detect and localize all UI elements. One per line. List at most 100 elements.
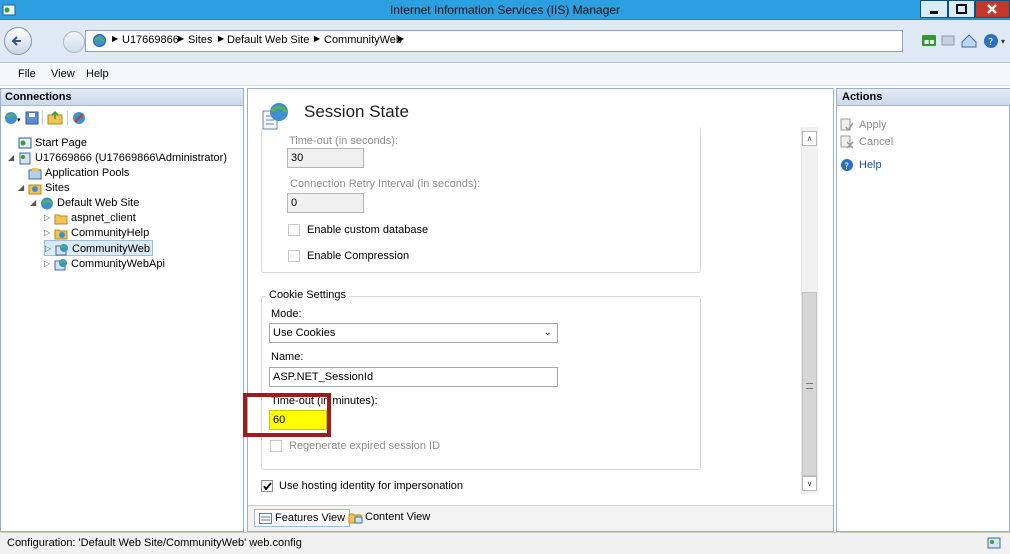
menu-view[interactable]: View <box>51 68 75 80</box>
globe-app-icon <box>93 34 106 47</box>
collapsed-arrow-icon[interactable]: ▷ <box>44 256 54 272</box>
disconnect-icon[interactable] <box>73 112 85 124</box>
stop-icon[interactable] <box>941 35 955 46</box>
collapsed-arrow-icon[interactable]: ▷ <box>44 210 54 226</box>
retry-interval-label: Connection Retry Interval (in seconds): <box>290 178 481 190</box>
svg-text:?: ? <box>988 37 993 48</box>
menu-bar <box>0 64 1010 86</box>
tree-item-sites[interactable]: ◢ Sites <box>18 180 69 196</box>
tree-item-communityhelp[interactable]: ▷ CommunityHelp <box>44 225 149 241</box>
crumb-separator: ▶ <box>178 34 185 43</box>
status-server-icon <box>987 537 1001 549</box>
help-icon: ? <box>841 159 853 172</box>
status-bar: Configuration: 'Default Web Site/Communi… <box>0 532 1010 554</box>
server-icon <box>18 152 32 165</box>
connect-icon[interactable]: ▪▪ <box>922 35 936 46</box>
cancel-icon <box>840 135 854 149</box>
regenerate-session-id-checkbox[interactable] <box>270 440 282 452</box>
connections-header: Connections <box>1 89 243 106</box>
globe-icon <box>40 197 54 210</box>
action-apply[interactable]: Apply <box>840 117 887 133</box>
crumb-separator: ▶ <box>112 34 119 43</box>
tree-item-start-page[interactable]: Start Page <box>8 135 87 151</box>
tree-item-application-pools[interactable]: Application Pools <box>28 165 129 181</box>
back-button[interactable] <box>4 27 32 55</box>
svg-text:▾: ▾ <box>17 116 21 124</box>
enable-custom-database-checkbox[interactable] <box>288 224 300 236</box>
connections-toolbar: ▾ <box>4 109 124 127</box>
crumb-separator: ▶ <box>398 34 405 43</box>
hosting-identity-label: Use hosting identity for impersonation <box>279 480 464 492</box>
scroll-up-button[interactable]: ∧ <box>802 131 817 146</box>
maximize-icon <box>956 4 967 14</box>
annotation-highlight-box <box>243 393 331 437</box>
chevron-down-icon: ⌄ <box>543 327 552 338</box>
crumb-sites[interactable]: Sites <box>188 34 212 46</box>
regenerate-session-id-label: Regenerate expired session ID <box>289 440 441 452</box>
save-icon[interactable] <box>25 111 39 125</box>
virtual-directory-icon <box>54 227 68 240</box>
minimize-icon <box>930 11 938 14</box>
features-view-icon <box>259 513 272 524</box>
tab-content-view[interactable]: Content View <box>345 509 434 527</box>
help-icon[interactable]: ? ▾ <box>984 34 1005 48</box>
crumb-separator: ▶ <box>314 34 321 43</box>
page-title: Session State <box>304 102 409 121</box>
maximize-button[interactable] <box>948 0 975 18</box>
up-folder-icon[interactable] <box>47 110 63 125</box>
sites-folder-icon <box>28 182 42 195</box>
tree-item-communityweb[interactable]: ▷ CommunityWeb <box>44 240 154 257</box>
apply-icon <box>840 118 854 132</box>
scroll-down-button[interactable]: ∨ <box>802 476 817 491</box>
application-pools-icon <box>28 167 42 180</box>
connect-globe-icon[interactable]: ▾ <box>5 112 21 124</box>
cookie-name-input[interactable]: ASP.NET_SessionId <box>269 367 558 387</box>
tree-item-default-web-site[interactable]: ◢ Default Web Site <box>30 195 139 211</box>
crumb-separator: ▶ <box>218 34 225 43</box>
crumb-server[interactable]: U17669866 <box>122 34 179 46</box>
enable-compression-checkbox[interactable] <box>288 250 300 262</box>
close-icon <box>987 4 997 14</box>
minimize-button[interactable] <box>920 0 948 18</box>
menu-help[interactable]: Help <box>86 68 109 80</box>
collapsed-arrow-icon[interactable]: ▷ <box>45 241 55 257</box>
tab-features-view[interactable]: Features View <box>254 509 351 527</box>
grip-icon <box>806 383 813 389</box>
web-application-icon <box>55 243 69 256</box>
expanded-arrow-icon[interactable]: ◢ <box>8 150 18 166</box>
content-view-icon <box>348 513 363 524</box>
menu-file[interactable]: File <box>18 68 36 80</box>
folder-icon <box>54 212 68 225</box>
expanded-arrow-icon[interactable]: ◢ <box>18 180 28 196</box>
tree-item-server[interactable]: ◢ U17669866 (U17669866\Administrator) <box>8 150 227 166</box>
collapsed-arrow-icon[interactable]: ▷ <box>44 225 54 241</box>
svg-text:▪▪: ▪▪ <box>924 37 935 46</box>
name-label: Name: <box>271 351 304 363</box>
action-help[interactable]: ? Help <box>840 157 882 173</box>
svg-text:?: ? <box>844 162 849 172</box>
enable-compression-label: Enable Compression <box>307 250 410 262</box>
crumb-default-web-site[interactable]: Default Web Site <box>227 34 309 46</box>
mode-label: Mode: <box>271 308 302 320</box>
mode-select[interactable]: Use Cookies ⌄ <box>269 323 558 343</box>
action-cancel[interactable]: Cancel <box>840 134 893 150</box>
start-page-icon <box>18 137 32 150</box>
svg-text:▾: ▾ <box>1001 37 1005 46</box>
hosting-identity-checkbox[interactable] <box>261 480 273 492</box>
timeout-seconds-input[interactable]: 30 <box>287 148 364 168</box>
forward-button[interactable] <box>63 31 85 53</box>
retry-interval-input[interactable]: 0 <box>287 193 364 213</box>
actions-pane <box>836 88 1010 532</box>
checkmark-icon <box>263 482 272 491</box>
cookie-settings-legend: Cookie Settings <box>266 289 350 301</box>
enable-custom-database-label: Enable custom database <box>307 224 429 236</box>
scroll-thumb[interactable] <box>802 292 817 476</box>
tree-item-communitywebapi[interactable]: ▷ CommunityWebApi <box>44 256 165 272</box>
crumb-communityweb[interactable]: CommunityWeb <box>324 34 402 46</box>
tree-item-aspnet-client[interactable]: ▷ aspnet_client <box>44 210 136 226</box>
expanded-arrow-icon[interactable]: ◢ <box>30 195 40 211</box>
home-icon[interactable] <box>961 34 977 48</box>
actions-header: Actions <box>837 89 1010 106</box>
close-button[interactable] <box>975 0 1010 18</box>
toolbar-right-icons: ▪▪ ? ▾ <box>918 32 1010 50</box>
